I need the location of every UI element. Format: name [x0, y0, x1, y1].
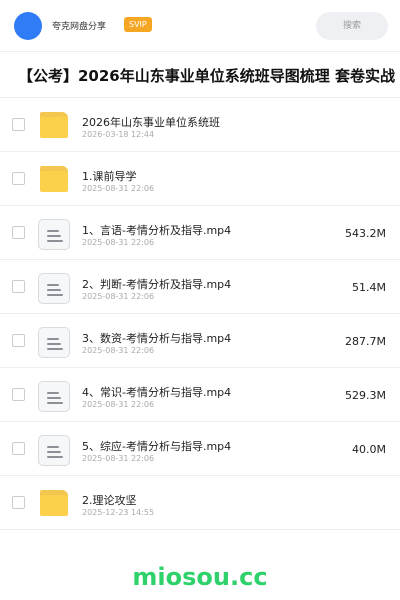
file-date: 2026-03-18 12:44	[82, 130, 155, 139]
file-name: 4、常识-考情分析与指导.mp4	[82, 386, 232, 399]
file-checkbox[interactable]	[12, 388, 25, 401]
file-row[interactable]: 5、综应-考情分析与指导.mp4 2025-08-31 22:06 40.0M	[0, 422, 400, 476]
svip-badge: SVIP	[124, 17, 152, 32]
file-checkbox[interactable]	[12, 442, 25, 455]
search-button[interactable]: 搜索	[316, 12, 388, 40]
file-checkbox[interactable]	[12, 118, 25, 131]
file-row[interactable]: 2、判断-考情分析及指导.mp4 2025-08-31 22:06 51.4M	[0, 260, 400, 314]
file-checkbox[interactable]	[12, 226, 25, 239]
file-size: 543.2M	[345, 227, 386, 240]
file-checkbox[interactable]	[12, 172, 25, 185]
share-owner-name: 夸克网盘分享	[52, 22, 107, 32]
file-date: 2025-08-31 22:06	[82, 292, 155, 301]
file-name: 2、判断-考情分析及指导.mp4	[82, 278, 232, 291]
share-title-bar: 【公考】2026年山东事业单位系统班导图梳理 套卷实战 拔	[0, 52, 400, 98]
folder-icon	[38, 164, 70, 196]
watermark: miosou.cc	[132, 563, 268, 591]
file-date: 2025-08-31 22:06	[82, 346, 155, 355]
document-icon	[38, 272, 70, 304]
file-date: 2025-08-31 22:06	[82, 400, 155, 409]
share-header: 夸克网盘分享 SVIP 搜索	[0, 0, 400, 52]
folder-icon	[38, 488, 70, 520]
file-row[interactable]: 4、常识-考情分析与指导.mp4 2025-08-31 22:06 529.3M	[0, 368, 400, 422]
file-date: 2025-08-31 22:06	[82, 184, 155, 193]
file-size: 40.0M	[352, 443, 386, 456]
file-row[interactable]: 1.课前导学 2025-08-31 22:06	[0, 152, 400, 206]
document-icon	[38, 380, 70, 412]
file-size: 529.3M	[345, 389, 386, 402]
file-name: 5、综应-考情分析与指导.mp4	[82, 440, 232, 453]
file-list: 2026年山东事业单位系统班 2026-03-18 12:44 1.课前导学 2025…	[0, 98, 400, 530]
file-name: 1、言语-考情分析及指导.mp4	[82, 224, 232, 237]
document-icon	[38, 434, 70, 466]
file-date: 2025-08-31 22:06	[82, 454, 155, 463]
file-size: 51.4M	[352, 281, 386, 294]
folder-icon	[38, 110, 70, 142]
file-name: 2026年山东事业单位系统班	[82, 116, 220, 129]
file-name: 3、数资-考情分析与指导.mp4	[82, 332, 232, 345]
file-row[interactable]: 1、言语-考情分析及指导.mp4 2025-08-31 22:06 543.2M	[0, 206, 400, 260]
document-icon	[38, 326, 70, 358]
file-row[interactable]: 2.理论攻坚 2025-12-23 14:55	[0, 476, 400, 530]
document-icon	[38, 218, 70, 250]
page-title: 【公考】2026年山东事业单位系统班导图梳理 套卷实战 拔	[18, 67, 400, 85]
file-checkbox[interactable]	[12, 496, 25, 509]
file-row[interactable]: 2026年山东事业单位系统班 2026-03-18 12:44	[0, 98, 400, 152]
avatar[interactable]	[14, 12, 42, 40]
file-name: 2.理论攻坚	[82, 494, 137, 507]
file-row[interactable]: 3、数资-考情分析与指导.mp4 2025-08-31 22:06 287.7M	[0, 314, 400, 368]
file-name: 1.课前导学	[82, 170, 137, 183]
file-checkbox[interactable]	[12, 334, 25, 347]
file-checkbox[interactable]	[12, 280, 25, 293]
file-date: 2025-12-23 14:55	[82, 508, 155, 517]
file-date: 2025-08-31 22:06	[82, 238, 155, 247]
file-size: 287.7M	[345, 335, 386, 348]
